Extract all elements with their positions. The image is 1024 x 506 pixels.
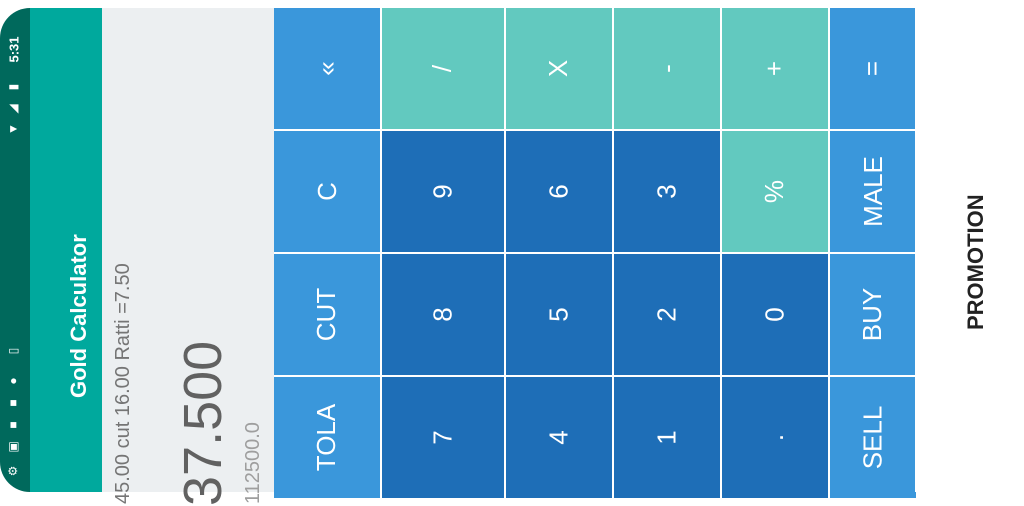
backspace-button[interactable]: « (274, 8, 380, 129)
app-bar: Gold Calculator (30, 8, 102, 492)
digit-9-label: 9 (427, 184, 458, 199)
digit-1-button[interactable]: 1 (614, 377, 720, 498)
decimal-button[interactable]: . (722, 377, 828, 498)
digit-3-button[interactable]: 3 (614, 131, 720, 252)
digit-4-button[interactable]: 4 (506, 377, 612, 498)
clear-button[interactable]: C (274, 131, 380, 252)
decimal-label: . (759, 433, 790, 442)
promotion-banner[interactable]: PROMOTION (915, 8, 1024, 492)
sell-label: SELL (857, 405, 888, 470)
digit-5-button[interactable]: 5 (506, 254, 612, 375)
expression-text: 45.00 cut 16.00 Ratti =7.50 (112, 263, 134, 504)
male-label: MALE (857, 156, 888, 227)
tola-label: TOLA (311, 403, 342, 472)
notification-icon: ▣ (6, 441, 20, 453)
digit-2-label: 2 (651, 307, 682, 322)
battery-icon: ▮ (6, 83, 20, 91)
promotion-label: PROMOTION (963, 194, 988, 330)
add-button[interactable]: + (722, 8, 828, 129)
status-bar: 5:31 ▮ ◢ ▼ ▯ ● ■ ■ ▣ ⚙ (0, 8, 30, 492)
digit-0-button[interactable]: 0 (722, 254, 828, 375)
male-button[interactable]: MALE (830, 131, 916, 252)
sim-icon: ▯ (6, 347, 20, 355)
clear-label: C (311, 182, 342, 201)
subtract-button[interactable]: - (614, 8, 720, 129)
keypad: « / X - + = C 9 6 3% MALE CUT 8 5 2 0 BUY TOLA 7 4 1. SELL (274, 8, 916, 498)
status-time: 5:31 (6, 36, 22, 63)
signal-icon: ◢ (6, 104, 20, 114)
digit-7-label: 7 (427, 430, 458, 445)
sell-button[interactable]: SELL (830, 377, 916, 498)
digit-4-label: 4 (543, 430, 574, 445)
digit-6-button[interactable]: 6 (506, 131, 612, 252)
backspace-label: « (311, 61, 342, 76)
app-title: Gold Calculator (66, 234, 91, 398)
wifi-icon: ▼ (6, 123, 20, 135)
divide-label: / (427, 64, 458, 73)
multiply-label: X (543, 59, 574, 78)
digit-6-label: 6 (543, 184, 574, 199)
percent-button[interactable]: % (722, 131, 828, 252)
calculator-display: 45.00 cut 16.00 Ratti =7.50 37.500 11250… (102, 8, 274, 506)
notification-icon: ■ (6, 399, 20, 407)
digit-7-button[interactable]: 7 (382, 377, 504, 498)
digit-9-button[interactable]: 9 (382, 131, 504, 252)
equals-button[interactable]: = (830, 8, 916, 129)
notification-icon: ■ (6, 421, 20, 429)
circle-icon: ● (6, 377, 20, 385)
tola-button[interactable]: TOLA (274, 377, 380, 498)
cut-label: CUT (311, 287, 342, 342)
digit-5-label: 5 (543, 307, 574, 322)
subtract-label: - (651, 64, 682, 73)
equals-label: = (857, 60, 888, 77)
divide-button[interactable]: / (382, 8, 504, 129)
add-label: + (759, 60, 790, 77)
digit-1-label: 1 (651, 430, 682, 445)
digit-8-label: 8 (427, 307, 458, 322)
result-text: 37.500 (173, 340, 233, 506)
percent-label: % (759, 179, 790, 204)
multiply-button[interactable]: X (506, 8, 612, 129)
digit-3-label: 3 (651, 184, 682, 199)
secondary-result-text: 112500.0 (242, 422, 264, 504)
digit-2-button[interactable]: 2 (614, 254, 720, 375)
digit-0-label: 0 (759, 307, 790, 322)
digit-8-button[interactable]: 8 (382, 254, 504, 375)
cut-button[interactable]: CUT (274, 254, 380, 375)
buy-button[interactable]: BUY (830, 254, 916, 375)
buy-label: BUY (857, 287, 888, 342)
settings-icon: ⚙ (6, 465, 20, 477)
